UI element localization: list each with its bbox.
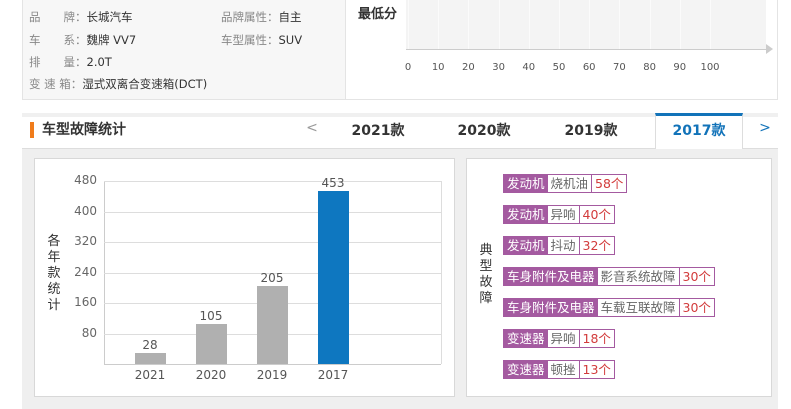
x-axis xyxy=(104,364,441,365)
y-tick-label: 160 xyxy=(74,295,97,309)
score-tick-label: 20 xyxy=(462,62,475,73)
score-gridline xyxy=(408,0,409,49)
fault-cat: 发动机 xyxy=(504,175,548,192)
bar-2020 xyxy=(196,323,227,364)
chart-ylabel: 各年款统计 xyxy=(47,234,61,313)
fault-count: 18个 xyxy=(582,331,611,346)
score-tick-label: 10 xyxy=(431,62,445,73)
info-row-type: 车型属性：SUV xyxy=(221,33,303,47)
y-tick-label: 480 xyxy=(74,173,97,187)
score-gridline xyxy=(679,0,681,49)
x-tick-label: 2020 xyxy=(195,368,227,382)
score-gridline xyxy=(528,0,530,49)
score-tick-label: 80 xyxy=(643,62,656,73)
info-row-gearbox: 变 速 箱：湿式双离合变速箱(DCT) xyxy=(29,77,208,91)
y-tick-label: 80 xyxy=(81,325,97,340)
typical-faults-card: 典型故障 发动机 烧机油 58个 发动机 异响 40个 发动机 抖动 32个 车身附件及电器 影音系… xyxy=(466,158,772,397)
fault-tag[interactable]: 变速器 异响 18个 xyxy=(503,329,615,348)
tab-2019[interactable]: 2019款 xyxy=(565,120,618,140)
fault-issue: 抖动 xyxy=(548,237,580,254)
fault-tag[interactable]: 发动机 异响 40个 xyxy=(503,205,615,224)
x-tick-label: 2019 xyxy=(256,368,288,382)
tab-2017[interactable]: 2017款 xyxy=(673,120,726,140)
gridline xyxy=(104,211,441,213)
bar-2017 xyxy=(318,191,349,364)
y-tick-label: 400 xyxy=(74,203,97,218)
fault-content: 各年款统计 80 160 240 320 400 480 28 2021 105 2020 205 2… xyxy=(22,149,778,409)
fault-count: 13个 xyxy=(582,362,611,377)
info-row-series: 车 系：魏牌 VV7 xyxy=(29,33,137,47)
bar-value-label: 105 xyxy=(199,308,223,323)
bar-2019 xyxy=(257,285,288,364)
fault-issue: 影音系统故障 xyxy=(598,268,680,285)
next-tab-button[interactable]: > xyxy=(759,120,771,136)
fault-issue: 异响 xyxy=(548,330,580,347)
fault-cat: 变速器 xyxy=(504,361,548,378)
x-tick-label: 2021 xyxy=(134,368,166,382)
fault-count: 30个 xyxy=(682,269,711,284)
score-gridline xyxy=(498,0,500,49)
bar-2021 xyxy=(135,353,166,364)
year-chart-card: 各年款统计 80 160 240 320 400 480 28 2021 105 2020 205 2… xyxy=(34,158,455,397)
fault-tag[interactable]: 发动机 抖动 32个 xyxy=(503,236,615,255)
fault-cat: 变速器 xyxy=(504,330,548,347)
score-gridline xyxy=(589,0,591,49)
bar-value-label: 205 xyxy=(260,270,284,285)
score-gridline xyxy=(649,0,651,49)
plot-border-right xyxy=(441,181,442,364)
section-title: 车型故障统计 xyxy=(30,122,126,138)
x-tick-label: 2017 xyxy=(317,368,349,382)
faults-label: 典型故障 xyxy=(479,243,493,306)
fault-tag[interactable]: 车身附件及电器 车载互联故障 30个 xyxy=(503,298,715,317)
bar-value-label: 28 xyxy=(142,338,158,353)
bar-value-label: 453 xyxy=(321,176,345,191)
fault-cat: 车身附件及电器 xyxy=(504,299,598,316)
gridline xyxy=(104,181,441,182)
score-gridline xyxy=(438,0,440,49)
score-tick-label: 50 xyxy=(552,62,566,73)
score-tick-label: 90 xyxy=(673,62,687,73)
score-gridline xyxy=(619,0,621,49)
score-plot xyxy=(406,0,766,50)
fault-issue: 烧机油 xyxy=(548,175,593,192)
fault-issue: 顿挫 xyxy=(548,361,580,378)
prev-tab-button[interactable]: < xyxy=(306,120,318,136)
fault-count: 40个 xyxy=(582,207,611,222)
min-score-label: 最低分 xyxy=(358,7,398,22)
car-info-panel: 品 牌：长城汽车 品牌属性：自主 车 系：魏牌 VV7 车型属性：SUV 排 量… xyxy=(22,0,346,100)
y-tick-label: 320 xyxy=(74,234,97,248)
tab-2021[interactable]: 2021款 xyxy=(352,120,405,140)
score-panel: 最低分 0 0102030405060708090100 xyxy=(346,0,778,100)
info-row-brand: 品 牌：长城汽车 xyxy=(29,10,133,24)
fault-tag[interactable]: 车身附件及电器 影音系统故障 30个 xyxy=(503,267,715,286)
fault-issue: 车载互联故障 xyxy=(598,299,680,316)
score-tick-label: 30 xyxy=(492,62,505,73)
y-tick-label: 240 xyxy=(74,264,97,279)
fault-stats-tabbar: 车型故障统计 < 2021款 2020款 2019款 2017款 > xyxy=(22,113,778,149)
score-gridline xyxy=(468,0,470,49)
info-row-displacement: 排 量：2.0T xyxy=(29,55,112,69)
fault-cat: 发动机 xyxy=(504,206,548,223)
info-row-brand-attr: 品牌属性：自主 xyxy=(221,10,302,24)
score-gridline xyxy=(559,0,560,49)
score-tick-label: 70 xyxy=(613,62,626,73)
fault-count: 30个 xyxy=(682,300,711,315)
fault-count: 32个 xyxy=(582,238,611,253)
axis-arrow-icon xyxy=(766,44,773,54)
score-tick-label: 40 xyxy=(522,62,536,73)
gridline xyxy=(104,242,441,243)
fault-cat: 发动机 xyxy=(504,237,548,254)
score-tick-label: 60 xyxy=(582,62,596,73)
fault-issue: 异响 xyxy=(548,206,580,223)
fault-cat: 车身附件及电器 xyxy=(504,268,598,285)
fault-count: 58个 xyxy=(595,176,624,191)
fault-tag[interactable]: 变速器 顿挫 13个 xyxy=(503,360,615,379)
fault-tag[interactable]: 发动机 烧机油 58个 xyxy=(503,174,628,193)
score-gridline xyxy=(710,0,711,49)
tab-2020[interactable]: 2020款 xyxy=(458,120,511,140)
score-tick-label: 100 xyxy=(700,62,720,73)
score-tick-label: 0 xyxy=(404,62,412,73)
